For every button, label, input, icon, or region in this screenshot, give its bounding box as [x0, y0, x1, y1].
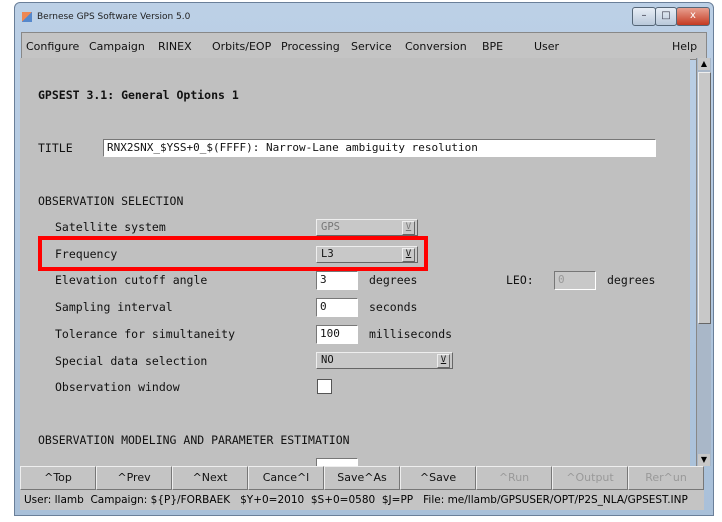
tolerance-unit: milliseconds — [369, 327, 453, 341]
menu-campaign[interactable]: Campaign — [89, 40, 145, 53]
tolerance-label: Tolerance for simultaneity — [55, 327, 236, 341]
app-icon — [22, 12, 32, 22]
observation-window-checkbox[interactable] — [317, 379, 332, 394]
section-observation-selection: OBSERVATION SELECTION — [38, 194, 184, 208]
minimize-button[interactable]: – — [632, 7, 656, 26]
button-bar: ^Top ^Prev ^Next Cance^l Save^As ^Save ^… — [20, 466, 704, 490]
sampling-unit: seconds — [369, 300, 418, 314]
partial-input[interactable] — [316, 458, 358, 466]
cancel-button[interactable]: Cance^l — [248, 466, 324, 490]
scrollbar-thumb[interactable] — [698, 72, 711, 324]
rerun-button[interactable]: Rer^un — [628, 466, 704, 490]
maximize-button[interactable]: □ — [655, 7, 677, 26]
title-bar: Bernese GPS Software Version 5.0 – □ x — [15, 3, 713, 31]
section-observation-modeling: OBSERVATION MODELING AND PARAMETER ESTIM… — [38, 433, 350, 447]
save-as-button[interactable]: Save^As — [324, 466, 400, 490]
sampling-input[interactable]: 0 — [316, 298, 358, 317]
menu-conversion[interactable]: Conversion — [405, 40, 467, 53]
run-button[interactable]: ^Run — [476, 466, 552, 490]
leo-unit: degrees — [607, 273, 656, 287]
observation-window-label: Observation window — [55, 380, 180, 394]
scroll-down-icon[interactable]: ▼ — [698, 454, 710, 466]
scroll-up-icon[interactable]: ▲ — [698, 58, 710, 70]
next-button[interactable]: ^Next — [172, 466, 248, 490]
save-button[interactable]: ^Save — [400, 466, 476, 490]
special-data-label: Special data selection — [55, 354, 208, 368]
menu-orbits-eop[interactable]: Orbits/EOP — [212, 40, 271, 53]
title-input[interactable]: RNX2SNX_$YSS+0_$(FFFF): Narrow-Lane ambi… — [103, 139, 656, 157]
menu-user[interactable]: User — [534, 40, 559, 53]
frequency-highlight — [38, 236, 428, 271]
elevation-input[interactable]: 3 — [316, 271, 358, 290]
page-title: GPSEST 3.1: General Options 1 — [38, 88, 239, 102]
chevron-down-icon[interactable]: V — [402, 221, 415, 235]
tolerance-input[interactable]: 100 — [316, 325, 358, 344]
special-data-value: NO — [321, 354, 334, 366]
elevation-unit: degrees — [369, 273, 418, 287]
menu-bpe[interactable]: BPE — [482, 40, 503, 53]
sampling-label: Sampling interval — [55, 300, 173, 314]
leo-label: LEO: — [506, 273, 534, 287]
vertical-scrollbar[interactable]: ▲ ▼ — [696, 58, 711, 466]
special-data-select[interactable]: NO V — [316, 352, 453, 369]
satellite-system-value: GPS — [321, 221, 340, 233]
satellite-system-select[interactable]: GPS V — [316, 219, 418, 236]
leo-input[interactable]: 0 — [554, 271, 596, 290]
close-button[interactable]: x — [676, 7, 710, 26]
satellite-system-label: Satellite system — [55, 220, 166, 234]
title-label: TITLE — [38, 141, 73, 155]
elevation-label: Elevation cutoff angle — [55, 273, 208, 287]
menu-rinex[interactable]: RINEX — [158, 40, 192, 53]
output-button[interactable]: ^Output — [552, 466, 628, 490]
window-title: Bernese GPS Software Version 5.0 — [37, 12, 191, 22]
top-button[interactable]: ^Top — [20, 466, 96, 490]
menu-service[interactable]: Service — [351, 40, 392, 53]
menu-processing[interactable]: Processing — [281, 40, 340, 53]
chevron-down-icon[interactable]: V — [437, 354, 450, 368]
status-bar: User: llamb Campaign: ${P}/FORBAEK $Y+0=… — [20, 490, 704, 510]
menu-bar: Configure Campaign RINEX Orbits/EOP Proc… — [21, 32, 707, 60]
prev-button[interactable]: ^Prev — [96, 466, 172, 490]
menu-help[interactable]: Help — [672, 40, 697, 53]
menu-configure[interactable]: Configure — [26, 40, 79, 53]
